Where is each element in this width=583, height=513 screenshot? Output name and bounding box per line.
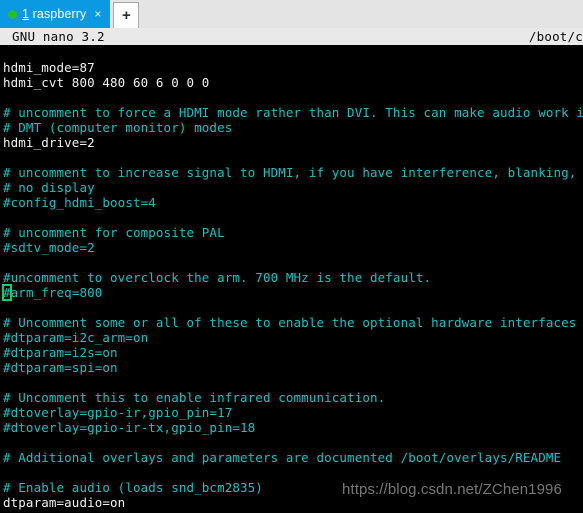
editor-line: #config_hdmi_boost=4 [3, 195, 156, 210]
terminal-window: 1 raspberry × + GNU nano 3.2 /boot/c hdm… [0, 0, 583, 513]
green-status-dot-icon [8, 9, 17, 19]
tab-raspberry[interactable]: 1 raspberry × [0, 0, 111, 28]
editor-line: # Additional overlays and parameters are… [3, 450, 562, 465]
editor-line: #dtoverlay=gpio-ir-tx,gpio_pin=18 [3, 420, 256, 435]
editor-line: #dtparam=i2c_arm=on [3, 330, 149, 345]
new-tab-button[interactable]: + [113, 2, 140, 28]
editor-text-area[interactable]: hdmi_mode=87 hdmi_cvt 800 480 60 6 0 0 0 … [0, 45, 583, 513]
editor-line: #dtparam=i2s=on [3, 345, 118, 360]
close-icon[interactable]: × [91, 8, 104, 20]
editor-line: # DMT (computer monitor) modes [3, 120, 233, 135]
nano-version-label: GNU nano 3.2 [12, 29, 105, 44]
nano-title-bar: GNU nano 3.2 /boot/c [0, 28, 583, 45]
tab-title-text: raspberry [29, 7, 87, 21]
editor-line: hdmi_mode=87 [3, 60, 95, 75]
editor-line: #dtoverlay=gpio-ir,gpio_pin=17 [3, 405, 233, 420]
editor-line: hdmi_cvt 800 480 60 6 0 0 0 [3, 75, 210, 90]
editor-line: # Enable audio (loads snd_bcm2835) [3, 480, 263, 495]
tab-bar: 1 raspberry × + [0, 0, 583, 28]
editor-line: hdmi_drive=2 [3, 135, 95, 150]
tab-bar-empty-area [139, 0, 583, 28]
editor-line: # uncomment to force a HDMI mode rather … [3, 105, 583, 120]
editor-line: #sdtv_mode=2 [3, 240, 95, 255]
text-cursor: # [2, 284, 12, 301]
editor-line: #uncomment to overclock the arm. 700 MHz… [3, 270, 432, 285]
editor-line: #dtparam=spi=on [3, 360, 118, 375]
nano-file-path: /boot/c [528, 29, 583, 44]
editor-line: dtparam=audio=on [3, 495, 126, 510]
editor-line: #arm_freq=800 [2, 284, 103, 301]
editor-line: # no display [3, 180, 95, 195]
editor-line: # uncomment for composite PAL [3, 225, 225, 240]
tab-raspberry-label: 1 raspberry [22, 7, 86, 21]
editor-line: # Uncomment this to enable infrared comm… [3, 390, 386, 405]
plus-icon: + [121, 6, 131, 24]
editor-line: # uncomment to increase signal to HDMI, … [3, 165, 583, 180]
editor-line: # Uncomment some or all of these to enab… [3, 315, 577, 330]
tab-accesskey: 1 [22, 7, 30, 21]
